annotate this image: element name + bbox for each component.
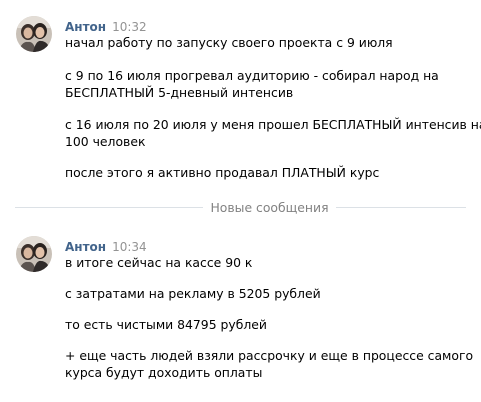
message-text: курса будут доходить оплаты bbox=[65, 365, 263, 380]
message-header: Антон 10:32 bbox=[65, 16, 147, 34]
avatar[interactable] bbox=[16, 236, 52, 272]
message-time[interactable]: 10:34 bbox=[112, 240, 147, 254]
message-text: с затратами на рекламу в 5205 рублей bbox=[65, 286, 321, 301]
message-text: то есть чистыми 84795 рублей bbox=[65, 317, 267, 332]
divider-line bbox=[15, 207, 203, 208]
message-group: Антон 10:32 начал работу по запуску своег… bbox=[0, 16, 481, 186]
avatar[interactable] bbox=[16, 16, 52, 52]
message-time[interactable]: 10:32 bbox=[112, 20, 147, 34]
divider-label: Новые сообщения bbox=[210, 200, 329, 215]
message-text: 100 человек bbox=[65, 134, 146, 149]
author-name[interactable]: Антон bbox=[65, 20, 106, 34]
user-photo-avatar-icon bbox=[16, 236, 52, 272]
message-text: после этого я активно продавал ПЛАТНЫЙ к… bbox=[65, 165, 380, 180]
message-text: БЕСПЛАТНЫЙ 5-дневный интенсив bbox=[65, 85, 294, 100]
message-text: начал работу по запуску своего проекта с… bbox=[65, 35, 393, 50]
author-name[interactable]: Антон bbox=[65, 240, 106, 254]
message-header: Антон 10:34 bbox=[65, 236, 147, 254]
divider-line bbox=[336, 207, 466, 208]
user-photo-avatar-icon bbox=[16, 16, 52, 52]
new-messages-divider: Новые сообщения bbox=[0, 199, 481, 217]
message-text: в итоге сейчас на кассе 90 к bbox=[65, 255, 253, 270]
message-group: Антон 10:34 в итоге сейчас на кассе 90 к … bbox=[0, 236, 481, 386]
